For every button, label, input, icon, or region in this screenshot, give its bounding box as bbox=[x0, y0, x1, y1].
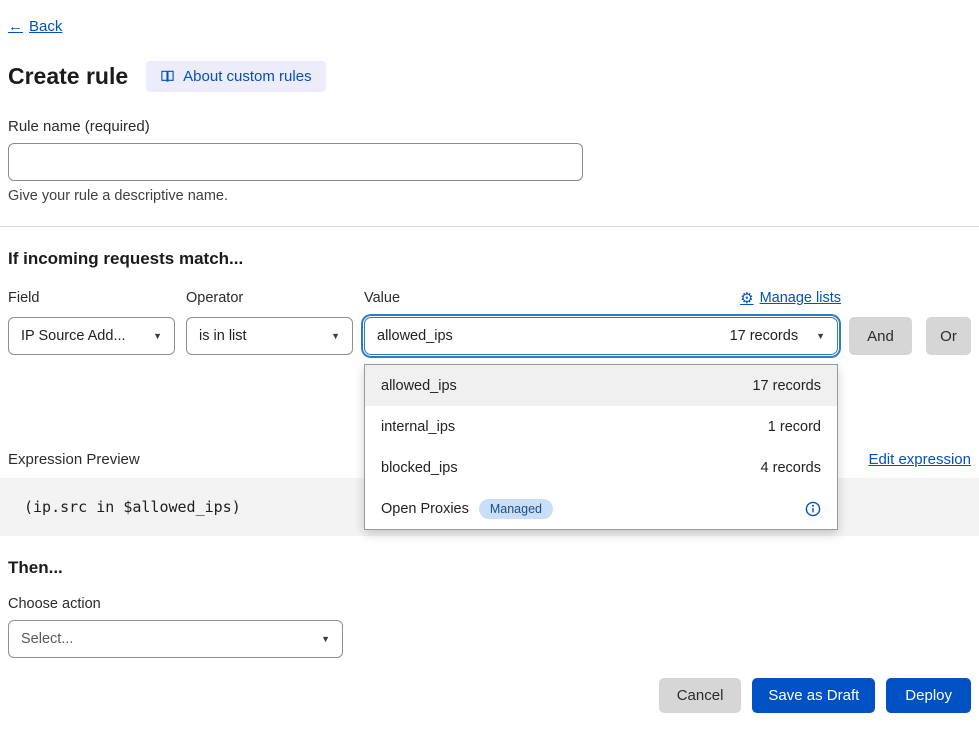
list-dropdown-menu: allowed_ips 17 records internal_ips 1 re… bbox=[364, 364, 838, 530]
value-select[interactable]: allowed_ips 17 records ▼ bbox=[364, 317, 838, 355]
list-option-allowed-ips[interactable]: allowed_ips 17 records bbox=[365, 365, 837, 406]
back-arrow-icon: ← bbox=[8, 18, 23, 35]
rule-name-label: Rule name (required) bbox=[8, 118, 971, 135]
action-select[interactable]: Select... ▼ bbox=[8, 620, 343, 658]
chevron-down-icon: ▼ bbox=[331, 332, 340, 341]
page-title: Create rule bbox=[8, 63, 128, 90]
field-select[interactable]: IP Source Add... ▼ bbox=[8, 317, 175, 355]
list-option-meta: 1 record bbox=[768, 419, 821, 435]
about-custom-rules-label: About custom rules bbox=[183, 68, 311, 85]
list-option-open-proxies[interactable]: Open Proxies Managed bbox=[365, 488, 837, 529]
chevron-down-icon: ▼ bbox=[153, 332, 162, 341]
section-divider bbox=[0, 226, 979, 227]
then-section-heading: Then... bbox=[8, 558, 971, 578]
operator-label: Operator bbox=[186, 290, 364, 306]
list-option-name: allowed_ips bbox=[381, 378, 457, 394]
back-link[interactable]: ← Back bbox=[8, 18, 62, 35]
choose-action-label: Choose action bbox=[8, 596, 971, 612]
managed-badge: Managed bbox=[479, 499, 553, 519]
field-label: Field bbox=[8, 290, 186, 306]
rule-name-input[interactable] bbox=[8, 143, 583, 181]
list-option-name: Open Proxies bbox=[381, 501, 469, 517]
cancel-button[interactable]: Cancel bbox=[659, 678, 742, 713]
or-button[interactable]: Or bbox=[926, 317, 971, 355]
gear-icon: ⚙ bbox=[740, 289, 753, 307]
value-select-value: allowed_ips bbox=[377, 328, 453, 344]
book-icon bbox=[160, 69, 175, 84]
field-select-value: IP Source Add... bbox=[21, 328, 126, 344]
and-button[interactable]: And bbox=[849, 317, 912, 355]
manage-lists-link[interactable]: ⚙ Manage lists bbox=[740, 289, 841, 307]
save-as-draft-button[interactable]: Save as Draft bbox=[752, 678, 875, 713]
expression-preview-label: Expression Preview bbox=[8, 451, 140, 468]
back-label: Back bbox=[29, 18, 62, 35]
operator-select-value: is in list bbox=[199, 328, 247, 344]
value-label: Value bbox=[364, 290, 400, 306]
match-section-heading: If incoming requests match... bbox=[8, 249, 971, 269]
list-option-meta: 17 records bbox=[752, 378, 821, 394]
action-select-value: Select... bbox=[21, 631, 73, 647]
rule-name-helper: Give your rule a descriptive name. bbox=[8, 188, 971, 204]
list-option-name: blocked_ips bbox=[381, 460, 458, 476]
edit-expression-link[interactable]: Edit expression bbox=[868, 451, 971, 468]
list-option-internal-ips[interactable]: internal_ips 1 record bbox=[365, 406, 837, 447]
manage-lists-label: Manage lists bbox=[760, 290, 841, 306]
value-select-meta: 17 records bbox=[730, 328, 799, 344]
match-labels-row: Field Operator Value ⚙ Manage lists bbox=[8, 289, 971, 307]
deploy-button[interactable]: Deploy bbox=[886, 678, 971, 713]
info-icon[interactable] bbox=[805, 501, 821, 517]
chevron-down-icon: ▼ bbox=[321, 635, 330, 644]
list-option-meta: 4 records bbox=[761, 460, 821, 476]
chevron-down-icon: ▼ bbox=[816, 332, 825, 341]
list-option-name: internal_ips bbox=[381, 419, 455, 435]
list-option-blocked-ips[interactable]: blocked_ips 4 records bbox=[365, 447, 837, 488]
about-custom-rules-link[interactable]: About custom rules bbox=[146, 61, 325, 92]
operator-select[interactable]: is in list ▼ bbox=[186, 317, 353, 355]
